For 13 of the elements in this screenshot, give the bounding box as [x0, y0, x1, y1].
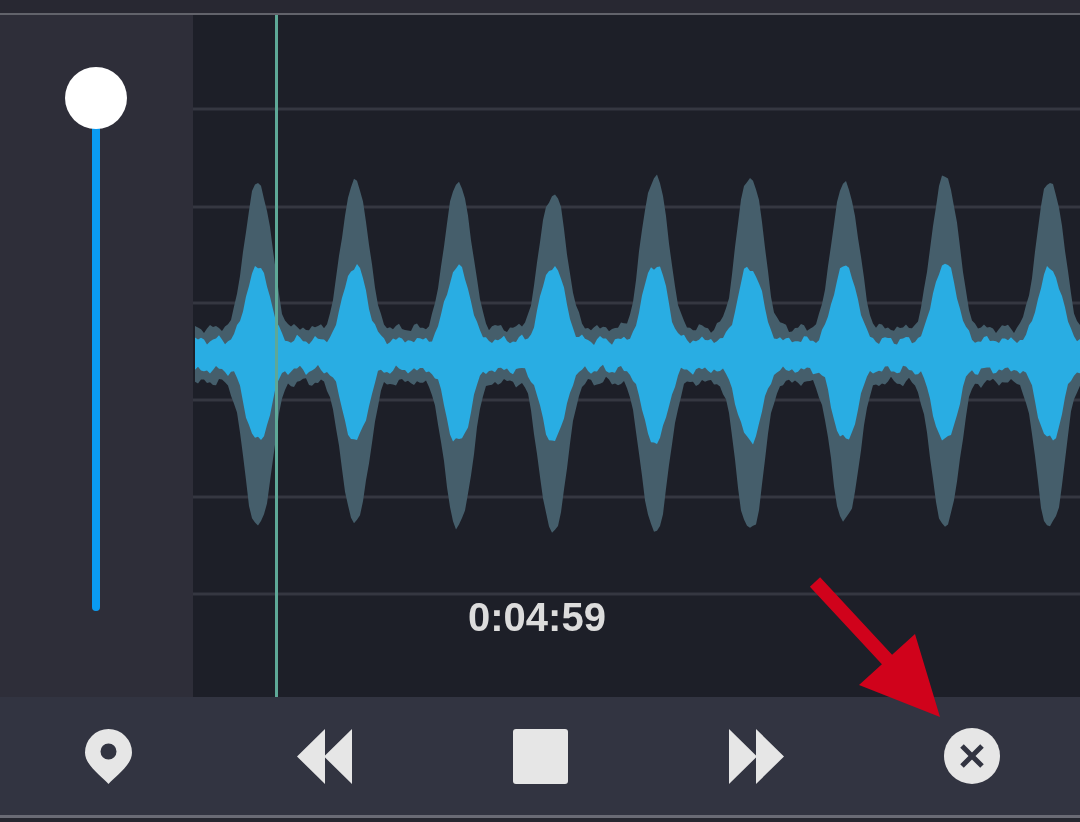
- volume-slider[interactable]: [65, 67, 127, 611]
- map-pin-icon: [84, 728, 132, 784]
- rewind-icon: [296, 728, 352, 784]
- close-button[interactable]: [944, 728, 1000, 784]
- fast-forward-button[interactable]: [728, 728, 784, 784]
- pin-button[interactable]: [84, 728, 132, 784]
- fast-forward-icon: [728, 728, 784, 784]
- stop-icon: [512, 728, 568, 784]
- playback-time: 0:04:59: [468, 597, 606, 637]
- playhead-marker[interactable]: [275, 15, 278, 697]
- rewind-button[interactable]: [296, 728, 352, 784]
- stop-button[interactable]: [512, 728, 568, 784]
- close-icon: [944, 728, 1000, 784]
